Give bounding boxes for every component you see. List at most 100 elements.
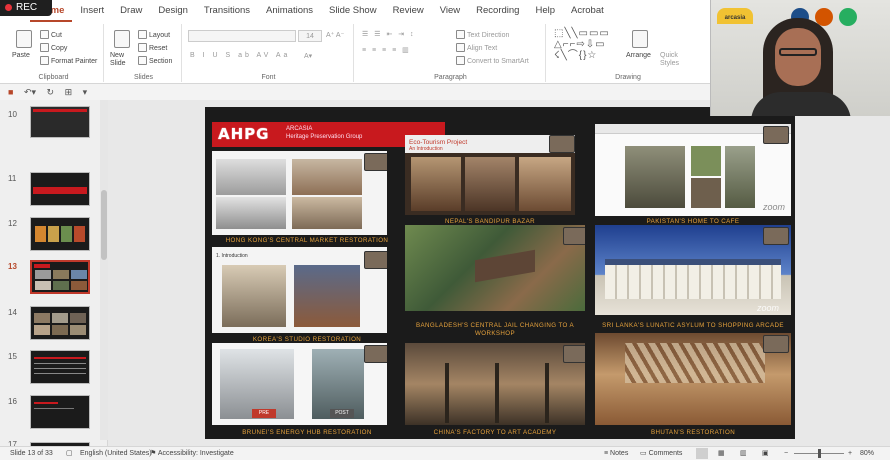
arrange-icon[interactable] <box>632 30 648 48</box>
slide-thumbnail[interactable] <box>30 350 90 384</box>
quick-access-toolbar: ■ ↶▾ ↻ ⊞ ▾ <box>0 84 710 100</box>
powerpoint-window: REC Home Insert Draw Design Transitions … <box>0 0 890 460</box>
font-format-buttons[interactable]: B I U S ab AV Aa <box>190 52 290 59</box>
tab-slide-show[interactable]: Slide Show <box>321 0 385 22</box>
align-text-icon <box>456 43 465 52</box>
thumbnail-row[interactable]: 14 <box>0 306 100 348</box>
participant-camera <box>763 126 789 144</box>
zoom-slider-thumb[interactable] <box>818 449 821 458</box>
caption-hong-kong: HONG KONG'S CENTRAL MARKET RESTORATION <box>225 237 389 244</box>
brunei-slide-tile: PRE POST <box>212 343 387 425</box>
thumbnail-row[interactable]: 11 <box>0 172 100 214</box>
participant-camera <box>549 135 575 153</box>
zoom-watermark-2: zoom <box>757 303 780 313</box>
caption-brunei: BRUNEI'S ENERGY HUB RESTORATION <box>242 429 372 436</box>
status-bar: Slide 13 of 33 ▢ English (United States)… <box>0 446 890 460</box>
tab-draw[interactable]: Draw <box>112 0 150 22</box>
section-button[interactable]: Section <box>138 56 172 65</box>
spellcheck-icon[interactable]: ▢ <box>66 447 73 460</box>
slide-thumbnail[interactable] <box>30 106 90 138</box>
new-slide-icon[interactable] <box>114 30 130 48</box>
notes-button[interactable]: ≡ Notes <box>604 447 628 460</box>
slides-label: Slides <box>133 74 154 81</box>
bangladesh-slide-tile <box>405 225 585 311</box>
pakistan-slide-tile: zoom <box>595 124 791 216</box>
slide-number: 10 <box>8 110 17 119</box>
tab-review[interactable]: Review <box>385 0 432 22</box>
zoom-in-icon[interactable]: + <box>848 447 852 460</box>
thumbnail-row[interactable]: 12 <box>0 217 100 259</box>
format-painter-button[interactable]: Format Painter <box>40 56 97 65</box>
new-slide-button[interactable]: New Slide <box>110 52 134 68</box>
tab-acrobat[interactable]: Acrobat <box>563 0 612 22</box>
cut-button[interactable]: Cut <box>40 30 62 39</box>
caption-nepal: NEPAL'S BANDIPUR BAZAR <box>445 218 535 225</box>
scissors-icon <box>40 30 49 39</box>
quick-styles-button[interactable]: Quick Styles <box>660 52 684 68</box>
align-text-button[interactable]: Align Text <box>456 43 497 52</box>
nepal-slide-tile: Eco-Tourism Project An Introduction <box>405 135 575 215</box>
tab-insert[interactable]: Insert <box>72 0 112 22</box>
zoom-out-icon[interactable]: − <box>784 447 788 460</box>
thumbnail-row[interactable]: 13 <box>0 260 100 302</box>
thumbnail-row[interactable]: 16 <box>0 395 100 437</box>
scrollbar-thumb[interactable] <box>101 190 107 260</box>
text-direction-button[interactable]: Text Direction <box>456 30 509 39</box>
slide-thumbnail-selected[interactable] <box>30 260 90 294</box>
tab-recording[interactable]: Recording <box>468 0 527 22</box>
tab-help[interactable]: Help <box>527 0 563 22</box>
china-slide-tile <box>405 343 585 425</box>
grow-font-icon[interactable]: A⁺ A⁻ <box>326 31 344 39</box>
thumbnail-row[interactable]: 15 <box>0 350 100 392</box>
participant-camera <box>364 153 387 171</box>
tab-transitions[interactable]: Transitions <box>196 0 258 22</box>
arrange-button[interactable]: Arrange <box>626 52 651 59</box>
text-direction-icon <box>456 30 465 39</box>
tab-view[interactable]: View <box>432 0 468 22</box>
accessibility-status[interactable]: ⚑ Accessibility: Investigate <box>150 447 234 460</box>
language-status[interactable]: English (United States) <box>80 447 152 460</box>
eco-tourism-sub: An Introduction <box>409 146 443 152</box>
pre-label: PRE <box>252 409 276 418</box>
smartart-button[interactable]: Convert to SmartArt <box>456 56 529 65</box>
copy-button[interactable]: Copy <box>40 43 67 52</box>
slide-thumbnail[interactable] <box>30 172 90 206</box>
tab-design[interactable]: Design <box>150 0 196 22</box>
slide-sorter-icon[interactable]: ▦ <box>718 447 725 460</box>
presenter-video: arcasia <box>710 0 890 116</box>
caption-bangladesh: BANGLADESH'S CENTRAL JAIL CHANGING TO A … <box>415 322 575 337</box>
thumbnail-row[interactable]: 10 <box>0 84 100 138</box>
brush-icon <box>40 56 49 65</box>
font-group: 14 A⁺ A⁻ B I U S ab AV Aa A▾ Font <box>184 24 354 82</box>
thumbnail-scrollbar[interactable] <box>100 100 108 440</box>
record-dot-icon <box>5 4 12 11</box>
post-label: POST <box>330 409 354 418</box>
slide-thumbnail[interactable] <box>30 395 90 429</box>
shapes-gallery[interactable]: ⬚╲╲▭▭▭ △⌐⌐⇨⇩▭ ☇╲⌒{}☆ <box>554 28 622 62</box>
normal-view-icon[interactable] <box>696 448 708 459</box>
reading-view-icon[interactable]: ▥ <box>740 447 747 460</box>
reset-button[interactable]: Reset <box>138 43 167 52</box>
paragraph-label: Paragraph <box>434 74 467 81</box>
slideshow-view-icon[interactable]: ▣ <box>762 447 769 460</box>
slide-thumbnail[interactable] <box>30 306 90 340</box>
comments-button[interactable]: ▭ Comments <box>640 447 682 460</box>
font-color-icon[interactable]: A▾ <box>304 52 312 60</box>
zoom-level[interactable]: 80% <box>860 447 874 460</box>
slide-13[interactable]: AHPG ARCASIA Heritage Preservation Group … <box>205 107 795 439</box>
slide-thumbnail[interactable] <box>30 217 90 251</box>
slide-number: 11 <box>8 174 17 183</box>
layout-button[interactable]: Layout <box>138 30 170 39</box>
section-icon <box>138 56 147 65</box>
list-buttons[interactable]: ☰ ☰ ⇤ ⇥ ↕ <box>362 30 416 38</box>
paste-button[interactable]: Paste <box>12 52 30 59</box>
align-buttons[interactable]: ≡ ≡ ≡ ≡ ▥ <box>362 46 411 54</box>
header-org: ARCASIA Heritage Preservation Group <box>286 126 363 140</box>
org-logo-icon-3 <box>839 8 857 26</box>
tab-animations[interactable]: Animations <box>258 0 321 22</box>
zoom-watermark: zoom <box>763 202 786 212</box>
font-size-box[interactable]: 14 <box>298 30 322 42</box>
font-name-box[interactable] <box>188 30 296 42</box>
layout-icon <box>138 30 147 39</box>
paste-icon[interactable] <box>16 30 32 48</box>
